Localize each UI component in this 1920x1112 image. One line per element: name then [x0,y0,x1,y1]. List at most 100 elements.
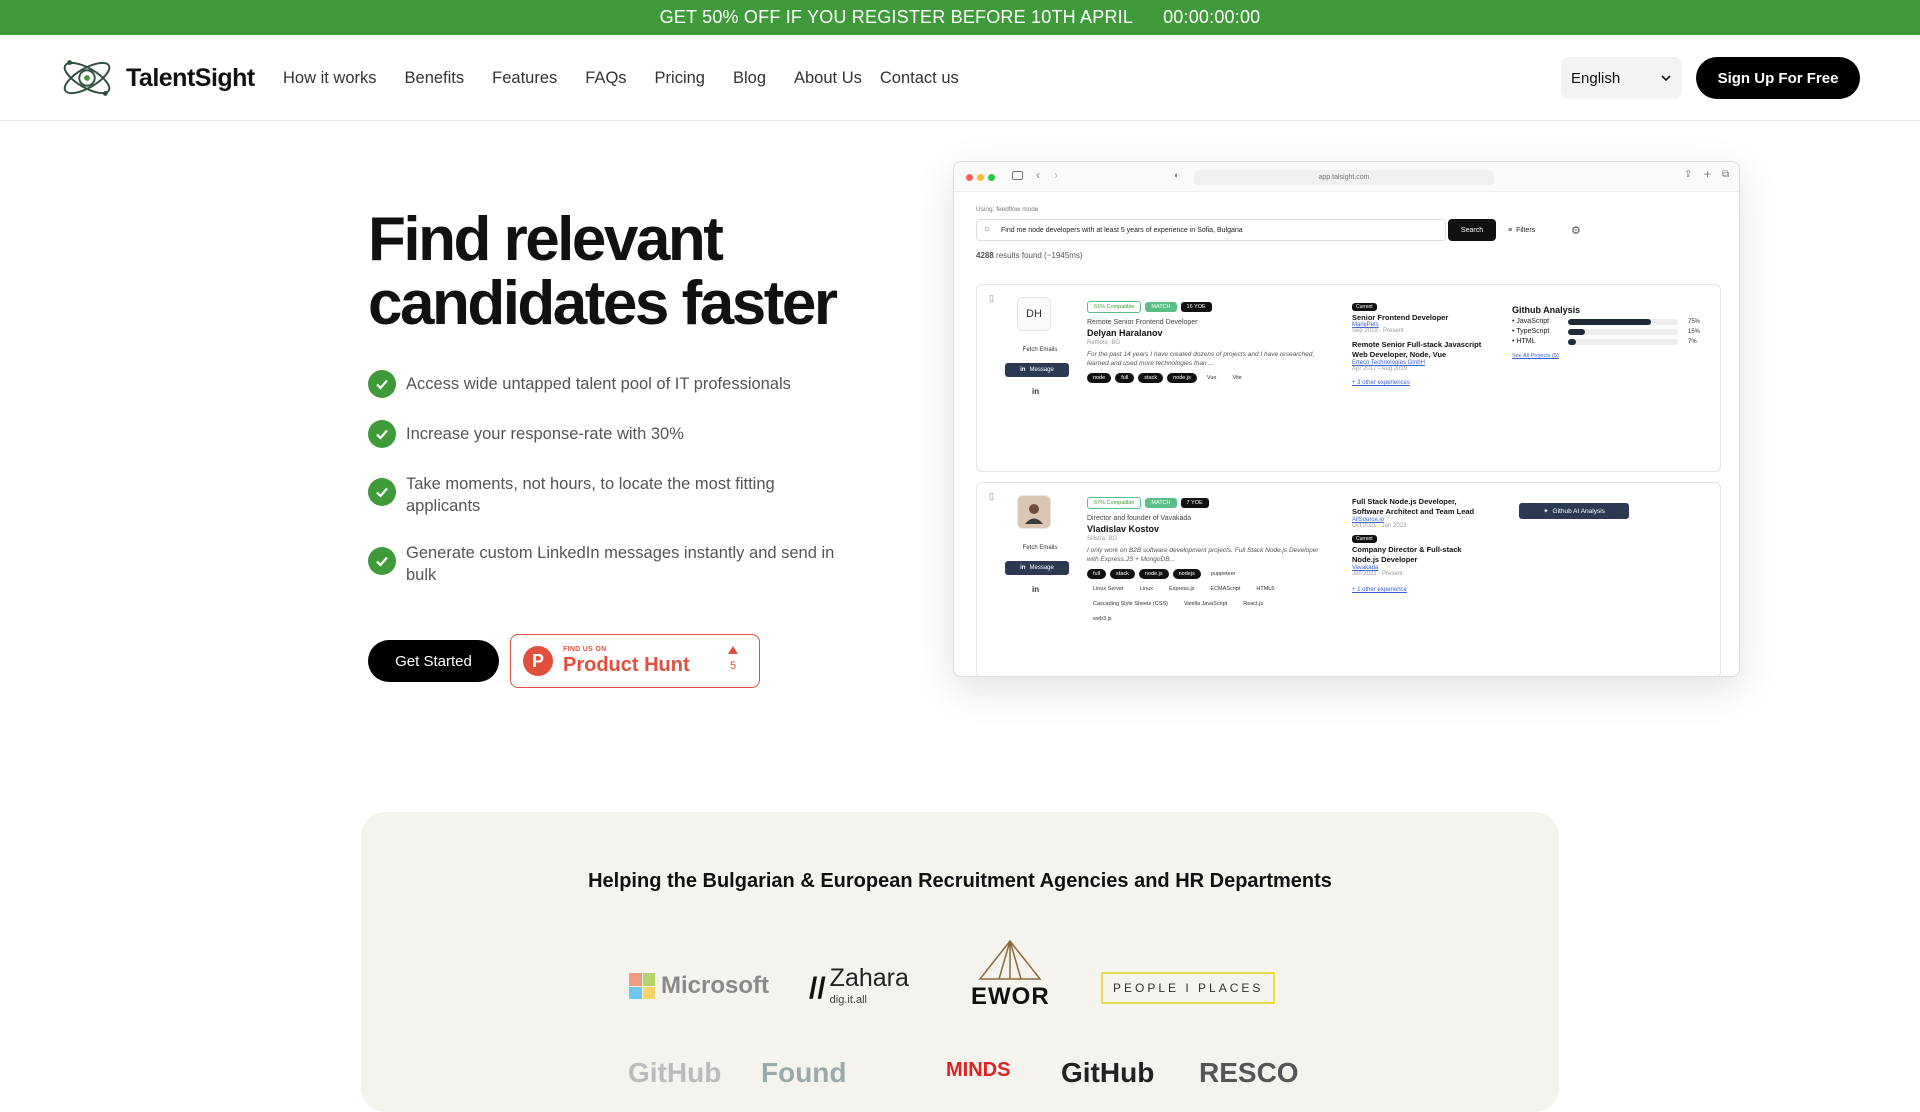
tag: full [1087,569,1107,579]
upvote-number: 5 [729,660,737,672]
check-icon [368,370,396,398]
lang-bar-fill [1568,338,1576,345]
share-icon: ⇪ [1684,169,1693,180]
candidate-headline: Director and founder of Vavakada [1087,515,1192,522]
nav-features[interactable]: Features [492,69,557,88]
lang-pct: 15% [1688,328,1701,335]
language-value: English [1571,69,1621,87]
ewor-logo: EWOR [971,939,1050,1011]
exp-title: Full Stack Node.js Developer, Software A… [1352,497,1475,516]
clients-title: Helping the Bulgarian & European Recruit… [588,870,1332,892]
feature-text: Increase your response-rate with 30% [406,425,684,443]
search-query: Find me node developers with at least 5 … [1001,226,1243,234]
site-header: TalentSight How it works Benefits Featur… [0,35,1920,121]
triangle-up-icon [728,646,738,654]
tag: Vue [1206,375,1217,381]
exp-title: Company Director & Full-stack Node.js De… [1352,545,1462,564]
found-logo: Found [761,1057,847,1088]
exp-dates: Sep 2019 - Present [1352,328,1404,334]
lang-bar-fill [1568,318,1651,325]
tag: node [1087,373,1112,383]
tag-list: node full stack node.js Vue Vite [1087,372,1327,383]
tag: nodejs [1172,569,1201,579]
clients-section: Helping the Bulgarian & European Recruit… [361,812,1559,1112]
sign-up-button[interactable]: Sign Up For Free [1696,57,1860,99]
fetch-emails-label: Fetch Emails [1022,347,1058,353]
forward-icon: › [1054,168,1058,182]
tag-list: Linux Server Linux Express.js ECMAScript HTM… [1087,583,1327,594]
hero-title-line2: candidates faster [368,269,838,338]
nav-blog[interactable]: Blog [733,69,766,88]
results-number: 4288 [976,251,994,260]
feature-text: Access wide untapped talent pool of IT p… [406,375,791,393]
get-started-button[interactable]: Get Started [368,640,499,682]
message-label: Message [1029,367,1054,373]
fetch-emails-label: Fetch Emails [1022,545,1058,551]
tag: ECMAScript [1210,586,1241,592]
check-icon [368,547,396,575]
message-button: in Message [1005,363,1069,377]
nav-how-it-works[interactable]: How it works [283,69,377,88]
check-icon [368,420,396,448]
tag: HTML5 [1256,586,1275,592]
current-badge: Current [1352,303,1377,311]
linkedin-icon: in [1020,367,1026,373]
app-body: Using: feedflow mode ○ Find me node deve… [976,206,1721,676]
github-ai-label: Github AI Analysis [1552,507,1605,515]
language-select[interactable]: English [1561,57,1682,99]
lang-row: • JavaScript 75% [1512,318,1701,325]
candidate-card: ▯ DH Fetch Emails in Message in 61% Compa… [976,284,1721,472]
nav-about-us[interactable]: About Us [794,69,862,88]
tag-list: Cascading Style Sheets (CSS) Vanilla Java… [1087,598,1327,609]
tag: stack [1110,569,1135,579]
bookmark-icon: ▯ [989,293,994,303]
tag: node.js [1167,373,1197,383]
experience-list: Full Stack Node.js Developer, Software A… [1352,497,1482,593]
tag: full [1115,373,1135,383]
more-experiences-link: + 1 other experience [1352,587,1407,593]
logo[interactable]: TalentSight [58,49,255,107]
feature-item: Take moments, not hours, to locate the m… [368,470,808,517]
search-button: Search [1448,219,1496,241]
url-bar: app.talsight.com [1194,170,1494,185]
lang-bar-fill [1568,328,1585,335]
nav-pricing[interactable]: Pricing [655,69,705,88]
linkedin-icon: in [1032,387,1040,396]
browser-bar: ‹ › ◐ app.talsight.com ⇪ + ⧉ [954,162,1739,192]
lang-name: JavaScript [1516,318,1550,325]
exp-dates: Oct 2021 - Jan 2023 [1352,523,1407,529]
exp-title: Senior Frontend Developer [1352,313,1449,322]
yoe-badge: 16 YOE [1180,302,1212,312]
microsoft-icon [629,973,655,999]
feature-item: Increase your response-rate with 30% [368,420,868,448]
nav-faqs[interactable]: FAQs [585,69,626,88]
more-experiences-link: + 3 other experiences [1352,380,1410,386]
github-logo-2: GitHub [1061,1057,1155,1088]
promo-bar: GET 50% OFF IF YOU REGISTER BEFORE 10TH … [0,0,1920,35]
nav-benefits[interactable]: Benefits [405,69,465,88]
github-ai-analysis-button: ✦ Github AI Analysis [1519,503,1629,519]
lang-pct: 7% [1688,338,1697,345]
product-hunt-badge[interactable]: P FIND US ON Product Hunt 5 [510,634,760,688]
nav-contact-us[interactable]: Contact us [880,69,959,88]
candidate-name: Delyan Haralanov [1087,328,1163,338]
tag: Cascading Style Sheets (CSS) [1093,601,1168,607]
compat-badge: 57% Compatible [1087,497,1142,509]
product-hunt-label: Product Hunt [563,653,690,676]
candidate-location: Silistra, BG [1087,536,1118,542]
match-badge: MATCH [1145,498,1177,508]
see-all-projects-link: See All Projects (5) [1512,353,1559,359]
tag: puppeteer [1210,571,1236,577]
product-hunt-small: FIND US ON [563,645,607,653]
main-nav: How it works Benefits Features FAQs Pric… [283,35,987,121]
chevron-down-icon [1661,75,1671,82]
message-label: Message [1029,565,1054,571]
candidate-desc: For the past 14 years I have created doz… [1087,351,1315,367]
exp-dates: Apr 2017 - Aug 2019 [1352,366,1408,372]
results-count: 4288 results found (~1945ms) [976,251,1721,260]
pyramid-icon [978,939,1042,980]
back-icon: ‹ [1036,168,1040,182]
tag: Vanilla JavaScript [1183,601,1228,607]
minds-logo: MINDS [946,1059,1011,1081]
experience-list: Current Senior Frontend Developer ManyPe… [1352,301,1482,386]
